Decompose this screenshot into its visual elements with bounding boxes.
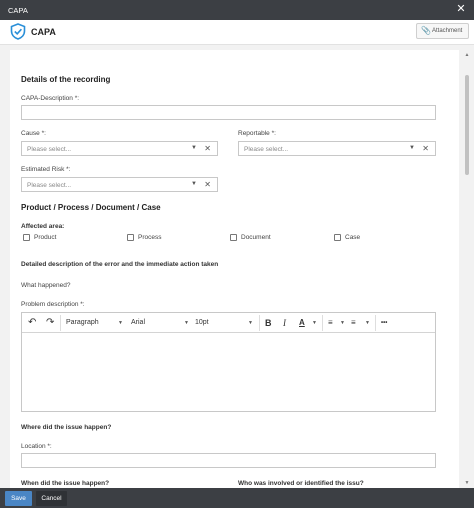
reportable-label: Reportable *: [238, 130, 276, 137]
scroll-down-icon[interactable]: ▼ [464, 480, 470, 486]
checkbox-product-label: Product [34, 234, 57, 241]
window-title: CAPA [8, 6, 28, 15]
problem-description-label: Problem description *: [21, 301, 85, 308]
scroll-up-icon[interactable]: ▲ [464, 52, 470, 58]
detailed-description-title: Detailed description of the error and th… [21, 261, 219, 268]
chevron-down-icon[interactable]: ▼ [312, 317, 317, 329]
checkbox-process-label: Process [138, 234, 162, 241]
bullet-list-icon[interactable]: ≡ [328, 317, 333, 329]
cause-label: Cause *: [21, 130, 46, 137]
paperclip-icon: 📎 [421, 26, 431, 35]
checkbox-document[interactable] [230, 234, 237, 241]
toolbar-divider [259, 315, 260, 331]
chevron-down-icon[interactable]: ▼ [118, 317, 123, 329]
app-name: CAPA [31, 27, 56, 37]
footer-bar: Save Cancel [0, 488, 474, 508]
paragraph-format-dropdown[interactable]: Paragraph [66, 317, 99, 329]
italic-button[interactable]: I [283, 317, 286, 329]
reportable-select[interactable]: Please select... ▼ ✕ [238, 141, 436, 156]
checkbox-product[interactable] [23, 234, 30, 241]
cause-select[interactable]: Please select... ▼ ✕ [21, 141, 218, 156]
undo-icon[interactable]: ↶ [28, 317, 36, 329]
font-family-dropdown[interactable]: Arial [131, 317, 145, 329]
where-title: Where did the issue happen? [21, 424, 112, 431]
reportable-placeholder: Please select... [244, 146, 289, 153]
cause-placeholder: Please select... [27, 146, 72, 153]
numbered-list-icon[interactable]: ≡ [351, 317, 356, 329]
checkbox-case[interactable] [334, 234, 341, 241]
redo-icon[interactable]: ↷ [46, 317, 54, 329]
who-title: Who was involved or identified the issu? [238, 480, 364, 487]
checkbox-process[interactable] [127, 234, 134, 241]
section-title-details: Details of the recording [21, 75, 111, 84]
clear-icon[interactable]: ✕ [422, 144, 429, 153]
text-color-button[interactable]: A [299, 317, 305, 329]
chevron-down-icon[interactable]: ▼ [365, 317, 370, 329]
bold-button[interactable]: B [265, 317, 272, 329]
estimated-risk-placeholder: Please select... [27, 182, 72, 189]
more-options-icon[interactable]: ••• [381, 317, 387, 329]
affected-area-label: Affected area: [21, 223, 65, 230]
checkbox-case-label: Case [345, 234, 361, 241]
chevron-down-icon[interactable]: ▼ [191, 145, 197, 151]
chevron-down-icon[interactable]: ▼ [340, 317, 345, 329]
chevron-down-icon[interactable]: ▼ [191, 181, 197, 187]
toolbar-divider [375, 315, 376, 331]
section-title-product: Product / Process / Document / Case [21, 203, 161, 212]
font-size-dropdown[interactable]: 10pt [195, 317, 209, 329]
editor-toolbar: ↶ ↷ Paragraph ▼ Arial ▼ 10pt ▼ B I A ▼ ≡… [22, 313, 435, 333]
cancel-button[interactable]: Cancel [36, 491, 67, 506]
location-label: Location *: [21, 443, 52, 450]
toolbar-divider [60, 315, 61, 331]
estimated-risk-label: Estimated Risk *: [21, 166, 71, 173]
window-titlebar: CAPA ✕ [0, 0, 474, 20]
attachment-label: Attachment [432, 28, 463, 34]
chevron-down-icon[interactable]: ▼ [184, 317, 189, 329]
what-happened-label: What happened? [21, 282, 71, 289]
checkbox-document-label: Document [241, 234, 271, 241]
clear-icon[interactable]: ✕ [204, 180, 211, 189]
scrollbar-thumb[interactable] [465, 75, 469, 175]
attachment-button[interactable]: 📎 Attachment [416, 23, 469, 39]
estimated-risk-select[interactable]: Please select... ▼ ✕ [21, 177, 218, 192]
location-input[interactable] [21, 453, 436, 468]
capa-description-input[interactable] [21, 105, 436, 120]
shield-check-icon [10, 23, 26, 40]
close-icon[interactable]: ✕ [454, 2, 468, 16]
toolbar-divider [322, 315, 323, 331]
chevron-down-icon[interactable]: ▼ [409, 145, 415, 151]
save-button[interactable]: Save [5, 491, 32, 506]
problem-description-editor[interactable]: ↶ ↷ Paragraph ▼ Arial ▼ 10pt ▼ B I A ▼ ≡… [21, 312, 436, 412]
app-header: CAPA 📎 Attachment [0, 20, 474, 45]
clear-icon[interactable]: ✕ [204, 144, 211, 153]
capa-description-label: CAPA-Description *: [21, 95, 80, 102]
when-title: When did the issue happen? [21, 480, 110, 487]
chevron-down-icon[interactable]: ▼ [248, 317, 253, 329]
